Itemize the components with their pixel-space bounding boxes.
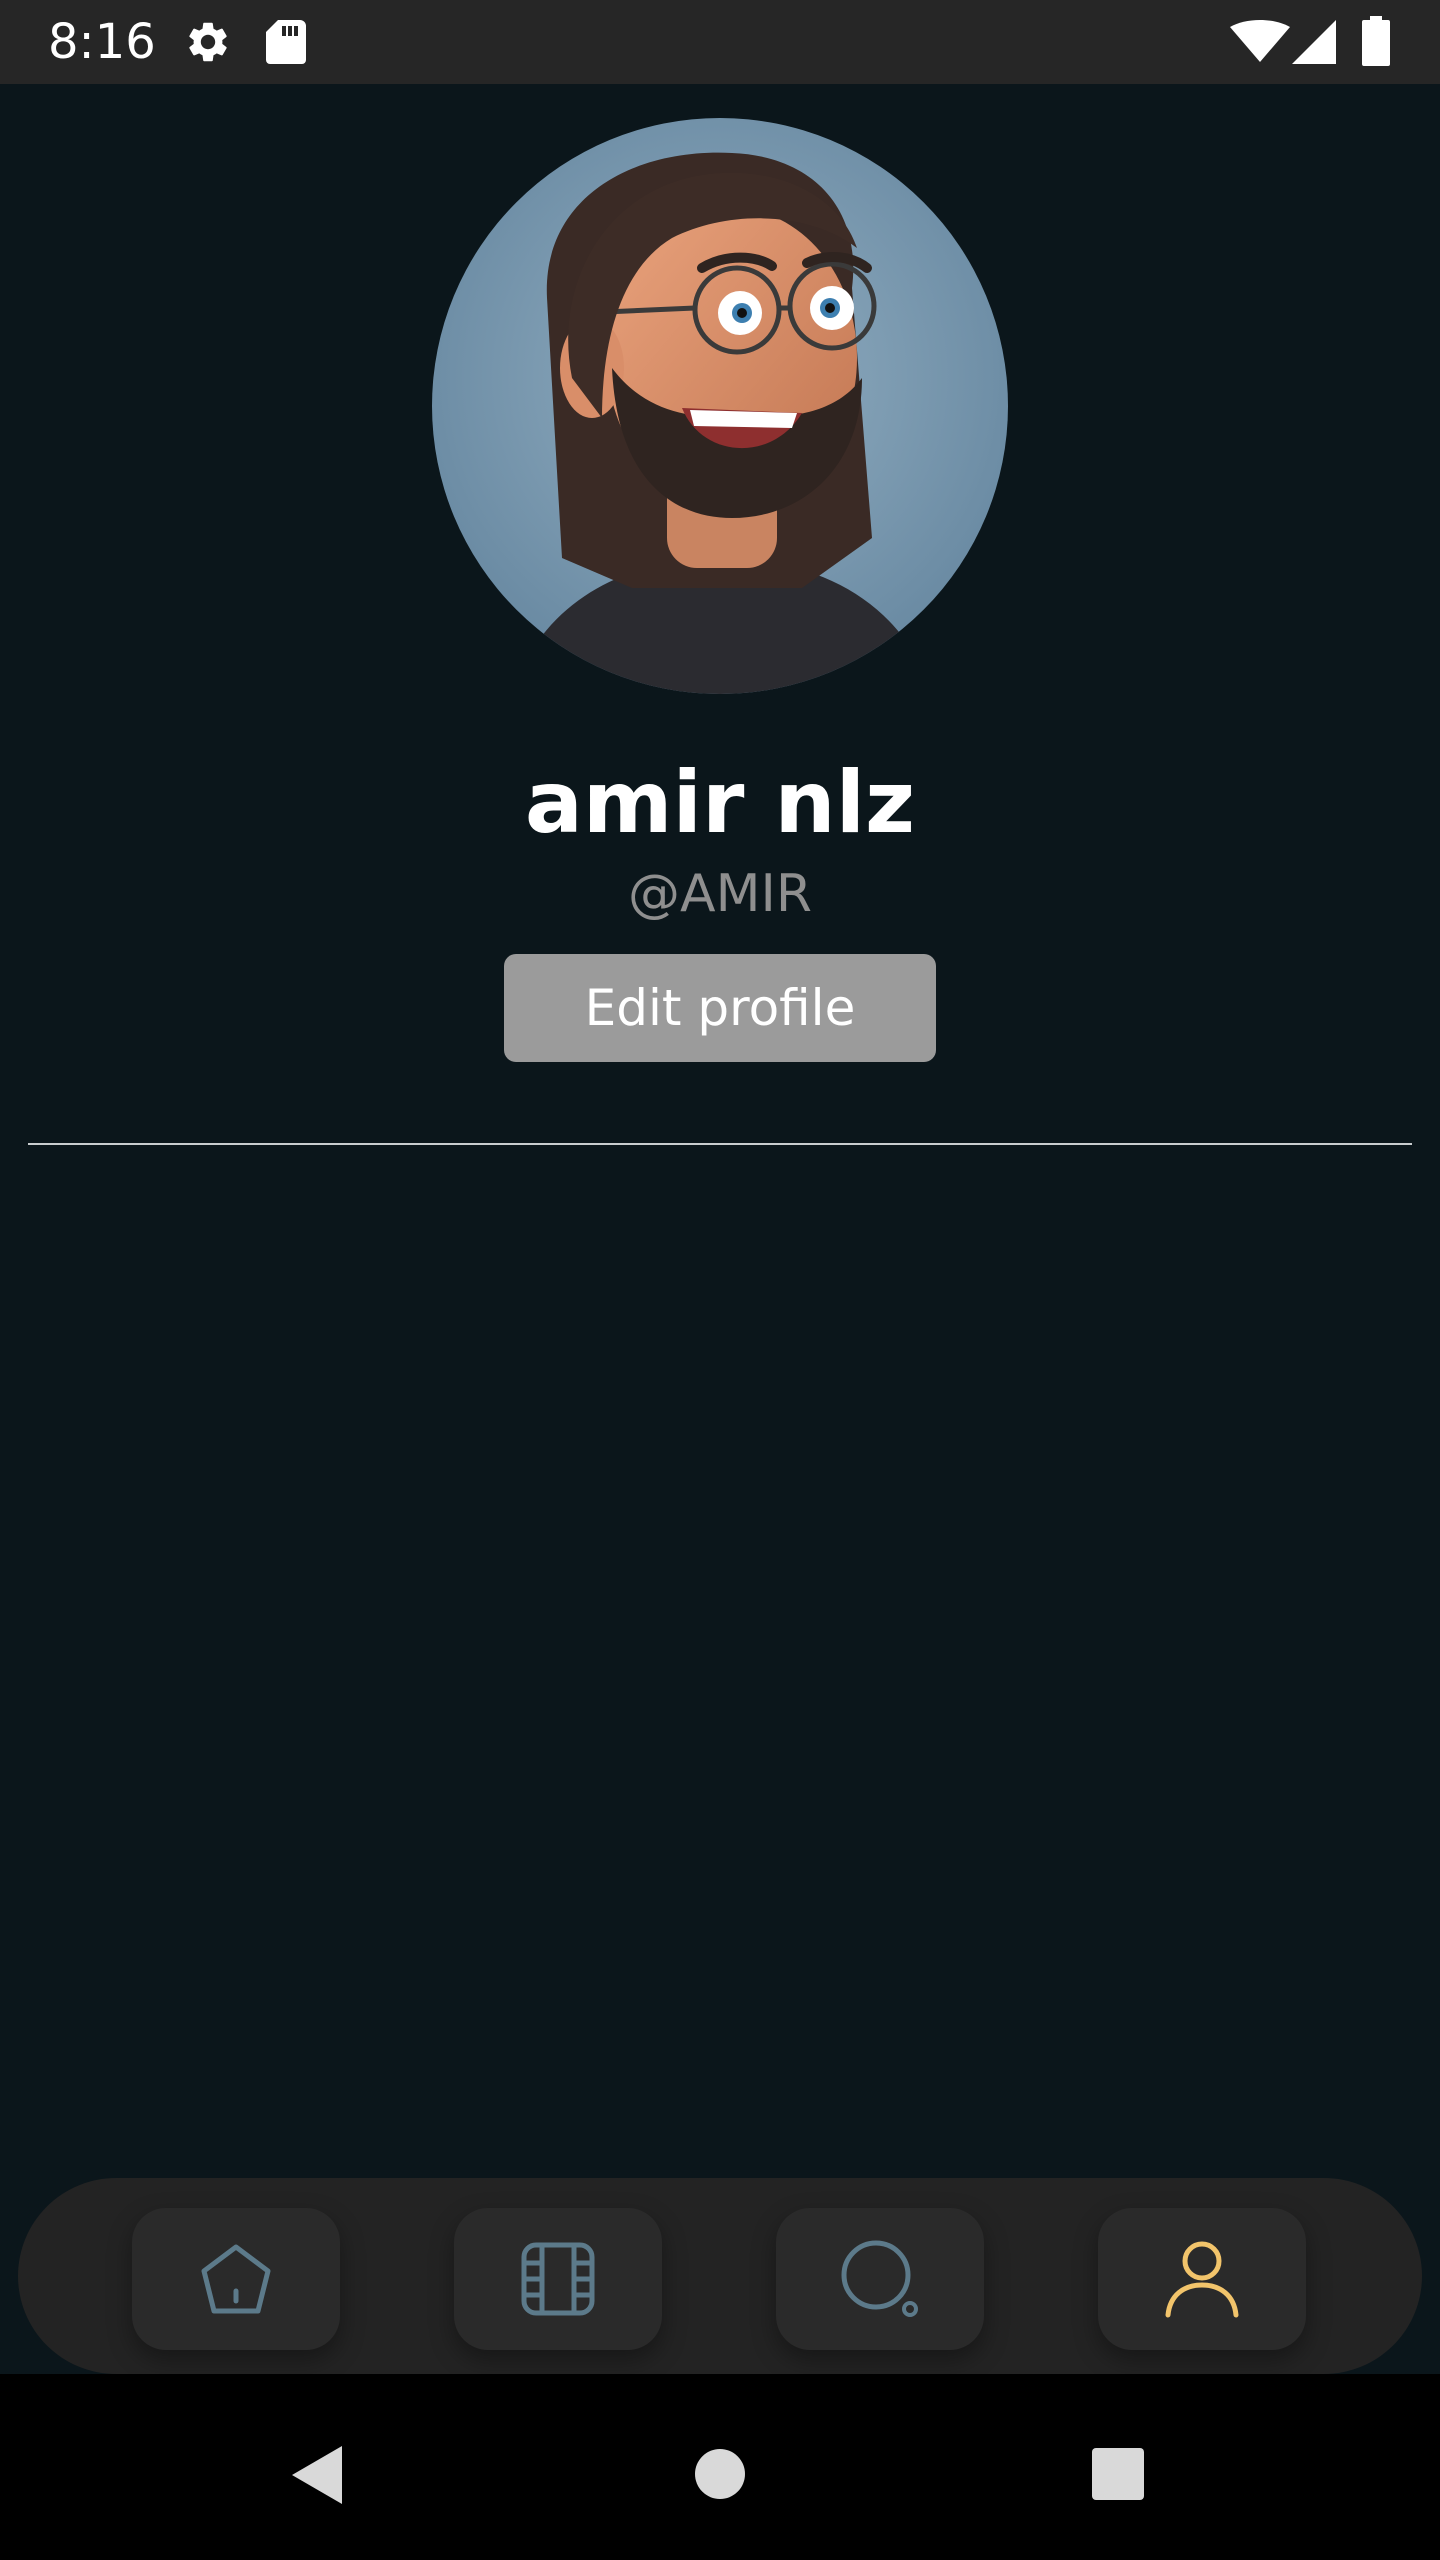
divider bbox=[28, 1143, 1412, 1145]
home-icon bbox=[201, 2244, 271, 2314]
nav-search-button[interactable] bbox=[776, 2208, 984, 2350]
profile-name: amir nlz bbox=[524, 753, 916, 853]
search-icon bbox=[841, 2240, 918, 2317]
edit-profile-button[interactable]: Edit profile bbox=[504, 954, 936, 1062]
status-time: 8:16 bbox=[48, 14, 156, 70]
recents-icon[interactable] bbox=[1092, 2448, 1144, 2500]
back-icon[interactable] bbox=[290, 2444, 346, 2506]
wifi-icon bbox=[1230, 20, 1290, 62]
home-circle-icon[interactable] bbox=[694, 2448, 746, 2500]
sd-card-icon bbox=[266, 20, 306, 64]
gear-icon bbox=[189, 22, 227, 62]
system-nav-bar bbox=[0, 2374, 1440, 2560]
film-icon bbox=[521, 2242, 595, 2316]
nav-home-button[interactable] bbox=[132, 2208, 340, 2350]
bottom-nav bbox=[18, 2178, 1422, 2374]
battery-icon bbox=[1362, 16, 1390, 66]
profile-handle: @AMIR bbox=[628, 864, 812, 924]
avatar bbox=[432, 118, 1008, 694]
nav-films-button[interactable] bbox=[454, 2208, 662, 2350]
user-icon bbox=[1165, 2241, 1239, 2318]
signal-icon bbox=[1292, 20, 1336, 64]
status-bar: 8:16 bbox=[0, 0, 1440, 84]
nav-profile-button[interactable] bbox=[1098, 2208, 1306, 2350]
